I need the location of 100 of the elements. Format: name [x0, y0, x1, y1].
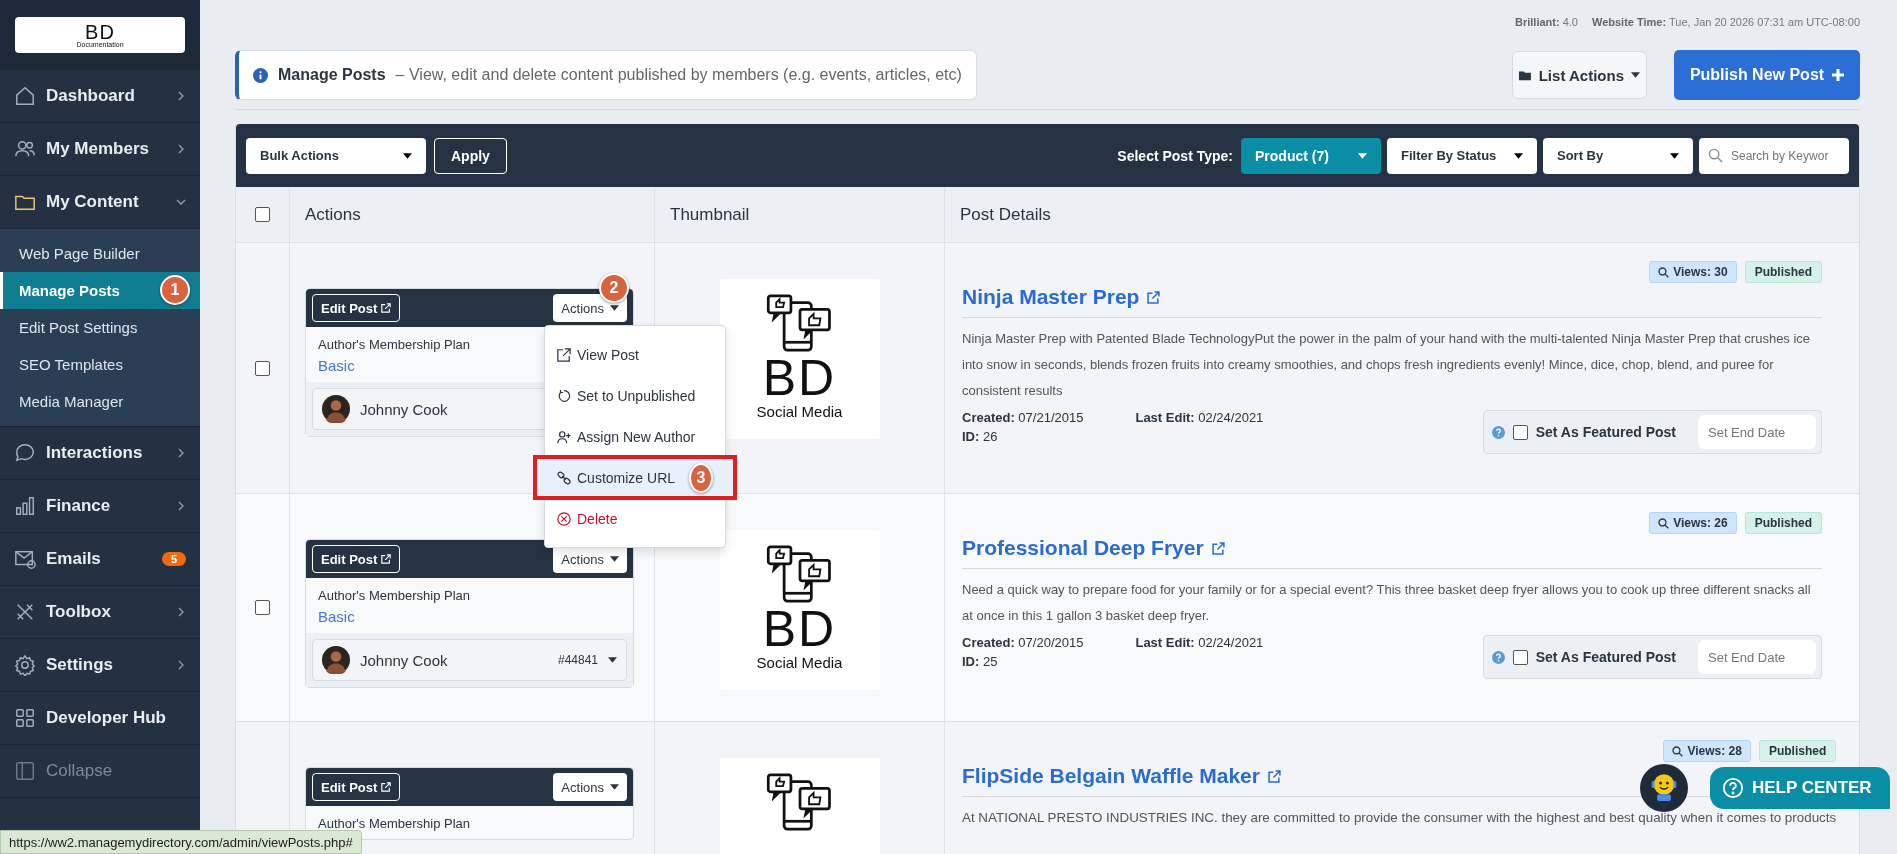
tools-icon	[14, 601, 36, 623]
nav-item[interactable]: My Members	[0, 123, 200, 176]
grid-icon	[14, 707, 36, 729]
status-filter-select[interactable]: Filter By Status	[1387, 137, 1537, 174]
robot-assistant-icon[interactable]	[1640, 764, 1688, 812]
post-description: At NATIONAL PRESTO INDUSTRIES INC. they are committed to provide the consumer with the highest and best quality when it comes to products	[962, 809, 1837, 827]
submenu-item[interactable]: Media Manager	[0, 383, 200, 420]
submenu-item[interactable]: Web Page Builder	[0, 235, 200, 272]
edit-post-button[interactable]: Edit Post	[312, 773, 401, 801]
select-all-checkbox[interactable]	[255, 207, 270, 222]
nav-item[interactable]: Emails 5	[0, 533, 200, 586]
end-date-field[interactable]: Set End Date	[1698, 640, 1816, 674]
created-date: Created: 07/21/2015	[962, 410, 1084, 425]
status-badge: Published	[1744, 512, 1822, 534]
chat-icon	[14, 442, 36, 464]
phone-likes-icon	[765, 544, 834, 604]
post-title-link[interactable]: FlipSide Belgain Waffle Maker	[962, 764, 1281, 788]
author-select[interactable]: Johnny Cook #44841	[312, 639, 627, 681]
views-badge: Views: 26	[1649, 512, 1737, 534]
external-link-icon	[381, 303, 392, 313]
bulk-actions-select[interactable]: Bulk Actions	[246, 137, 426, 174]
nav-label: Toolbox	[46, 602, 112, 622]
external-link-icon	[381, 782, 392, 792]
count-badge: 5	[161, 552, 186, 566]
submenu-item[interactable]: Edit Post Settings	[0, 309, 200, 346]
chart-icon	[14, 495, 36, 517]
actions-button[interactable]: Actions	[553, 773, 627, 801]
mail-icon	[14, 548, 36, 570]
nav-item[interactable]: Developer Hub	[0, 692, 200, 745]
caret-icon	[610, 305, 619, 311]
gear-icon	[14, 654, 36, 676]
delete-icon	[557, 511, 571, 526]
caret-icon	[1670, 152, 1679, 159]
nav-item[interactable]: Toolbox	[0, 586, 200, 639]
nav-label: Developer Hub	[46, 708, 167, 728]
post-description: Ninja Master Prep with Patented Blade TechnologyPut the power in the palm of your hand with the multi-talented Ninja Master Prep that crushes ice into snow in seconds, blends frozen fruits into creamy smoothies, and chops fresh ingredients evenly! Mince, dice, chop, blend, and puree for consistent results	[962, 330, 1812, 400]
nav-item[interactable]: Settings	[0, 639, 200, 692]
row-checkbox[interactable]	[255, 600, 270, 615]
nav-item[interactable]: Interactions	[0, 427, 200, 480]
submenu-item[interactable]: SEO Templates	[0, 346, 200, 383]
featured-checkbox[interactable]	[1512, 424, 1528, 440]
menu-item[interactable]: Customize URL 3	[533, 455, 737, 500]
post-title-link[interactable]: Professional Deep Fryer	[962, 536, 1225, 560]
list-actions-button[interactable]: List Actions	[1512, 51, 1647, 99]
avatar	[322, 646, 350, 674]
page-description: – View, edit and delete content published by members (e.g. events, articles, etc)	[395, 66, 962, 84]
search-field[interactable]: Search by Keywor	[1699, 137, 1849, 174]
sort-select[interactable]: Sort By	[1543, 137, 1693, 174]
apply-button[interactable]: Apply	[434, 137, 507, 174]
refresh-icon	[557, 388, 571, 403]
featured-checkbox[interactable]	[1512, 649, 1528, 665]
status-badge: Published	[1758, 740, 1837, 762]
info-icon	[253, 67, 268, 83]
row-checkbox[interactable]	[255, 360, 270, 376]
nav-label: My Members	[46, 139, 150, 159]
caret-icon	[403, 152, 412, 159]
step-badge: 1	[160, 275, 190, 305]
help-icon	[1491, 650, 1505, 664]
featured-label: Set As Featured Post	[1535, 649, 1676, 665]
page-title: Manage Posts	[278, 66, 386, 84]
views-badge: Views: 30	[1649, 261, 1737, 283]
search-icon	[1708, 147, 1723, 163]
home-icon	[14, 85, 36, 107]
step-badge: 3	[689, 462, 713, 493]
caret-icon	[610, 784, 619, 790]
plan-name: Basic	[318, 357, 356, 374]
thumbnail-image: BD Social Media	[719, 530, 880, 690]
edit-post-button[interactable]: Edit Post	[312, 294, 401, 322]
post-id: ID: 25	[962, 654, 999, 669]
last-edit-date: Last Edit: 02/24/2021	[1135, 635, 1264, 650]
help-center-button[interactable]: HELP CENTER	[1710, 767, 1890, 809]
caret-icon	[610, 556, 619, 562]
post-title-link[interactable]: Ninja Master Prep	[962, 285, 1161, 309]
nav-label: My Content	[46, 192, 140, 212]
submenu-item[interactable]: Manage Posts 1	[0, 272, 200, 309]
edit-post-button[interactable]: Edit Post	[312, 545, 401, 573]
plan-label: Author's Membership Plan	[318, 588, 472, 603]
link-icon	[557, 470, 571, 485]
nav-label: Dashboard	[46, 86, 136, 106]
external-link-icon	[1267, 769, 1281, 783]
last-edit-date: Last Edit: 02/24/2021	[1135, 410, 1264, 425]
end-date-field[interactable]: Set End Date	[1698, 415, 1816, 449]
version-text: Brilliant: 4.0	[1515, 16, 1578, 28]
nav-item[interactable]: Dashboard	[0, 70, 200, 123]
nav-item[interactable]: Finance	[0, 480, 200, 533]
nav-label: Interactions	[46, 443, 144, 463]
plan-label: Author's Membership Plan	[318, 337, 472, 352]
post-type-select[interactable]: Product (7)	[1241, 137, 1381, 174]
actions-button[interactable]: Actions	[553, 294, 627, 322]
panel-icon	[14, 760, 36, 782]
nav-label: Finance	[46, 496, 112, 516]
caret-icon	[1514, 152, 1523, 159]
publish-button[interactable]: Publish New Post	[1674, 50, 1860, 100]
caret-icon	[608, 657, 617, 663]
caret-icon	[1631, 72, 1640, 78]
add-user-icon	[557, 429, 571, 444]
phone-likes-icon	[765, 772, 834, 832]
created-date: Created: 07/20/2015	[962, 635, 1084, 650]
help-icon	[1491, 425, 1505, 439]
nav-label: Settings	[46, 655, 115, 675]
